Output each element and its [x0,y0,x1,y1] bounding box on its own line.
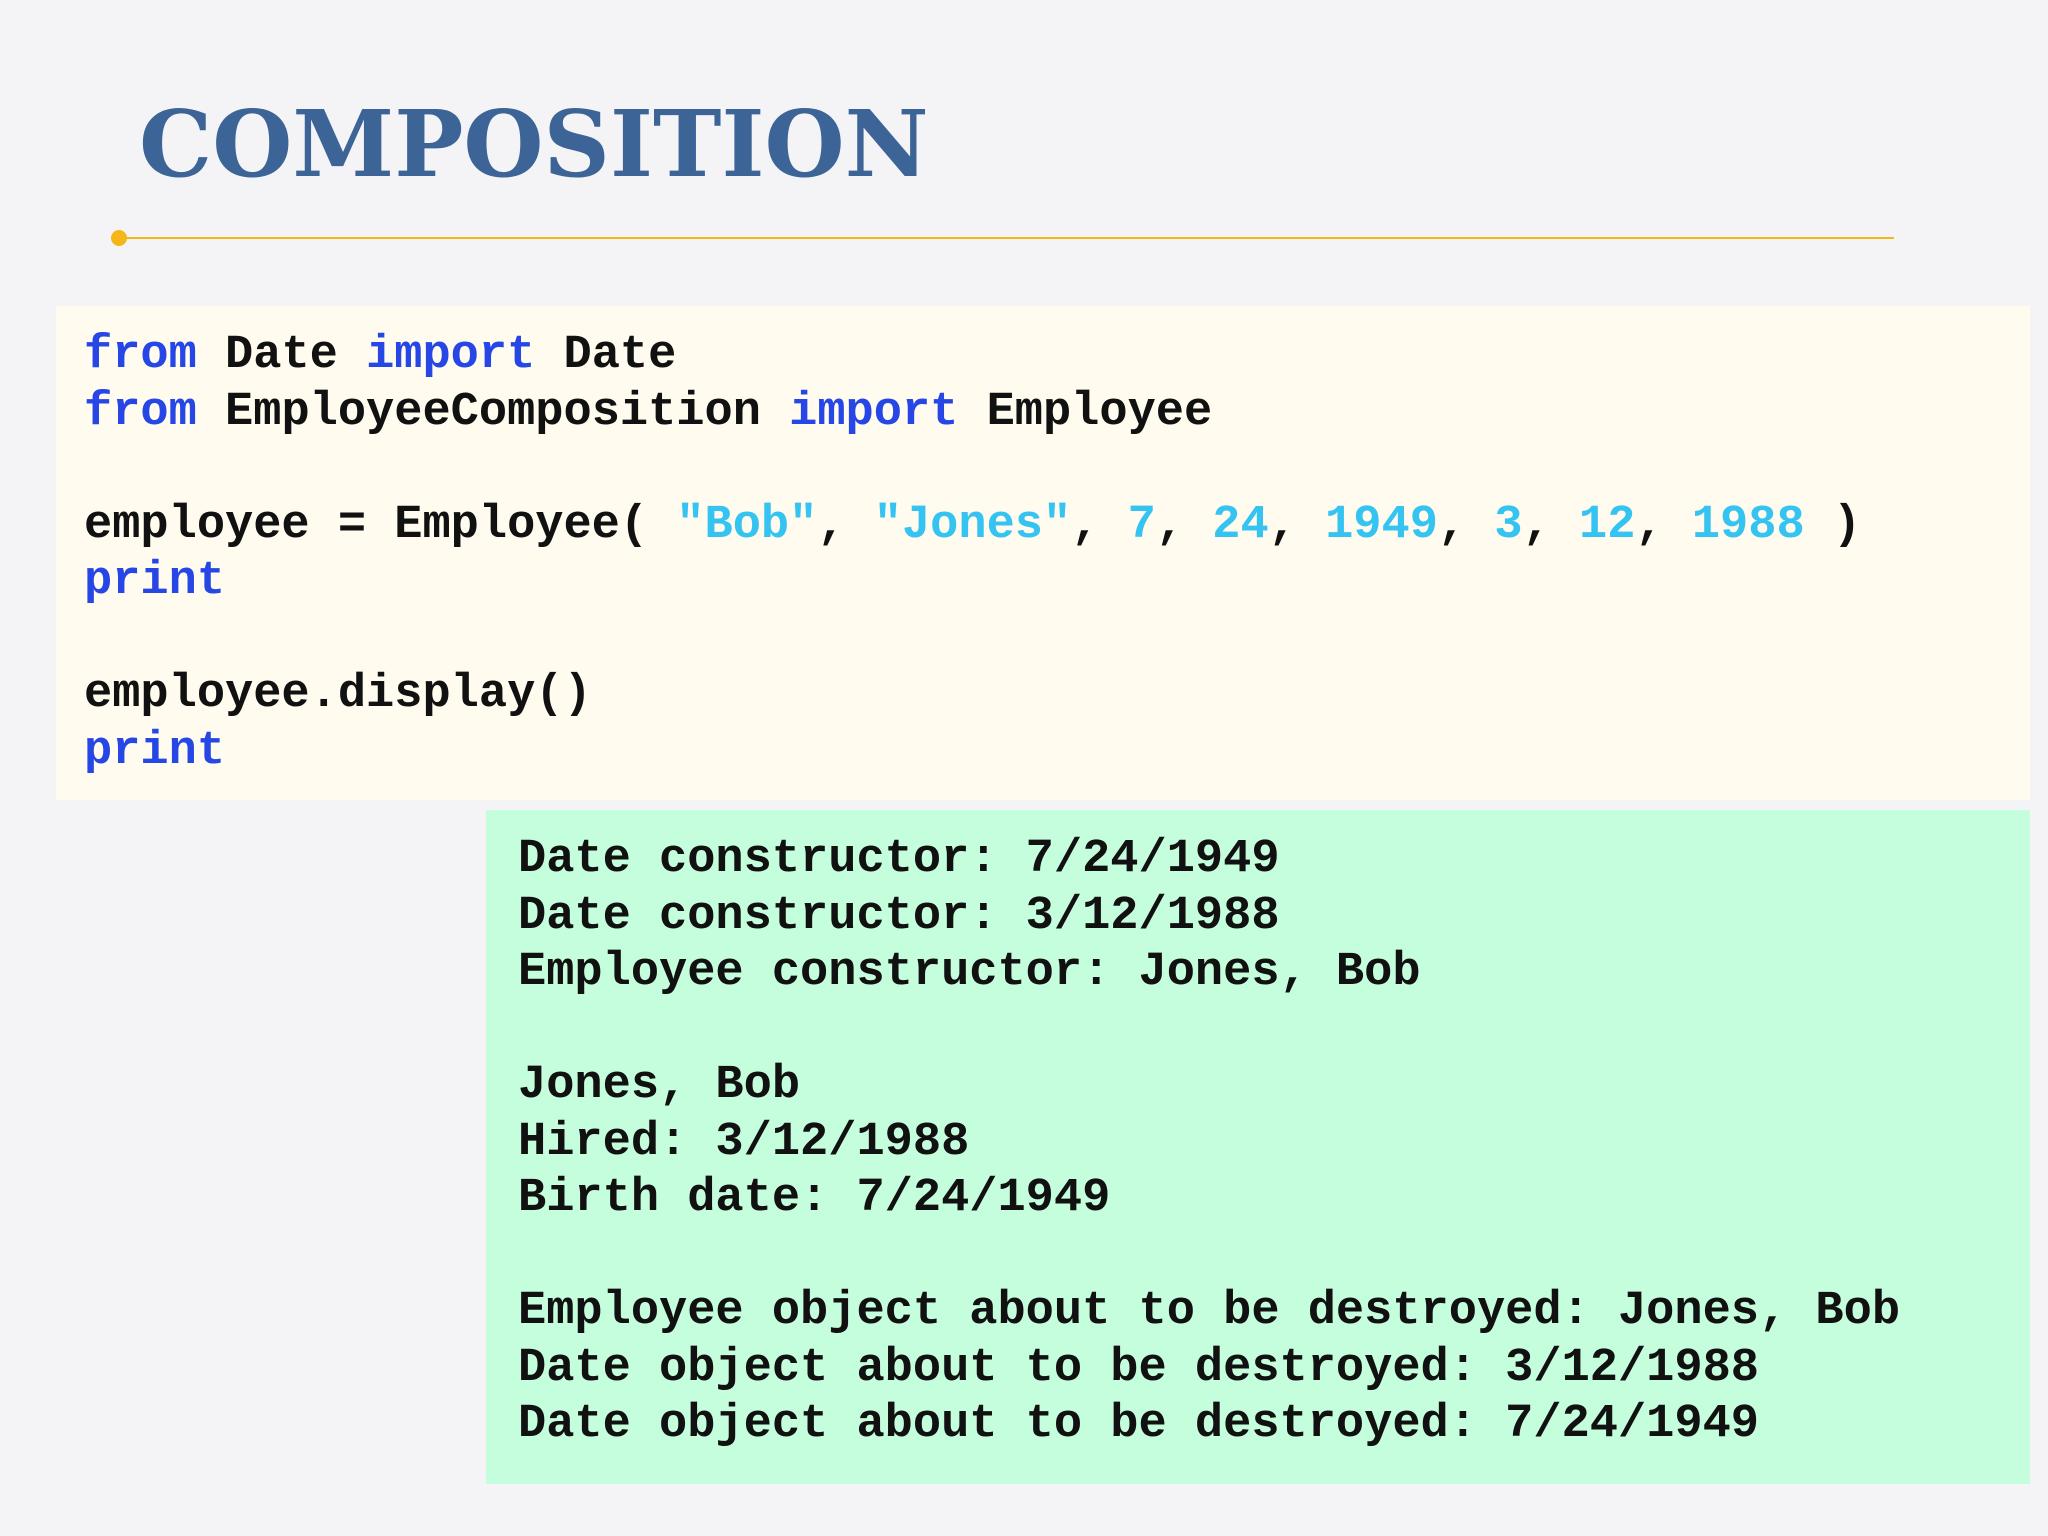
number-literal: 3 [1494,498,1523,552]
keyword-print: print [84,724,226,778]
output-line-blank [518,1002,2030,1059]
output-line: Date constructor: 3/12/1988 [518,889,1280,943]
keyword-print: print [84,555,226,608]
number-literal: 1988 [1691,498,1805,552]
separator: , [1155,498,1213,552]
output-line: Employee object about to be destroyed: J… [518,1285,1901,1338]
keyword-from: from [84,329,197,382]
slide-title: COMPOSITION [139,90,929,198]
method-call: employee.display() [84,668,592,721]
separator: , [1437,498,1495,552]
number-literal: 12 [1578,498,1636,552]
output-line-blank [518,1228,2030,1285]
code-line-7: employee.display() [84,667,2030,724]
keyword-import: import [366,329,536,382]
number-literal: 1949 [1325,498,1438,552]
imported-name: Employee [958,385,1213,439]
module-name: EmployeeComposition [196,385,790,439]
output-line: Date constructor: 7/24/1949 [518,833,1280,886]
title-rule [118,237,1894,239]
separator: , [1635,498,1692,552]
module-name: Date [196,329,367,382]
output-line: Hired: 3/12/1988 [518,1115,970,1169]
code-line-8: print [84,724,2030,781]
keyword-import: import [789,385,959,439]
output-line: Birth date: 7/24/1949 [518,1172,1111,1225]
string-literal: "Bob" [676,498,818,552]
number-literal: 24 [1212,498,1269,552]
output-line: Jones, Bob [518,1059,801,1112]
code-listing: from Date import Date from EmployeeCompo… [56,306,2030,800]
separator: , [1522,498,1579,552]
keyword-from: from [84,385,197,439]
code-line-5: print [84,554,2030,611]
code-line-1: from Date import Date [84,328,2030,385]
string-literal: "Jones" [873,498,1072,552]
separator: , [1071,498,1128,552]
call-close: ) [1804,498,1862,552]
program-output: Date constructor: 7/24/1949 Date constru… [486,810,2030,1484]
number-literal: 7 [1127,498,1156,552]
assignment-prefix: employee = Employee( [84,498,677,552]
separator: , [817,498,874,552]
output-line: Date object about to be destroyed: 3/12/… [518,1341,1760,1395]
imported-name: Date [535,329,677,382]
code-line-2: from EmployeeComposition import Employee [84,385,2030,442]
separator: , [1268,498,1326,552]
output-line: Date object about to be destroyed: 7/24/… [518,1398,1760,1451]
output-line: Employee constructor: Jones, Bob [518,946,1421,999]
code-line-4: employee = Employee( "Bob", "Jones", 7, … [84,498,2030,555]
